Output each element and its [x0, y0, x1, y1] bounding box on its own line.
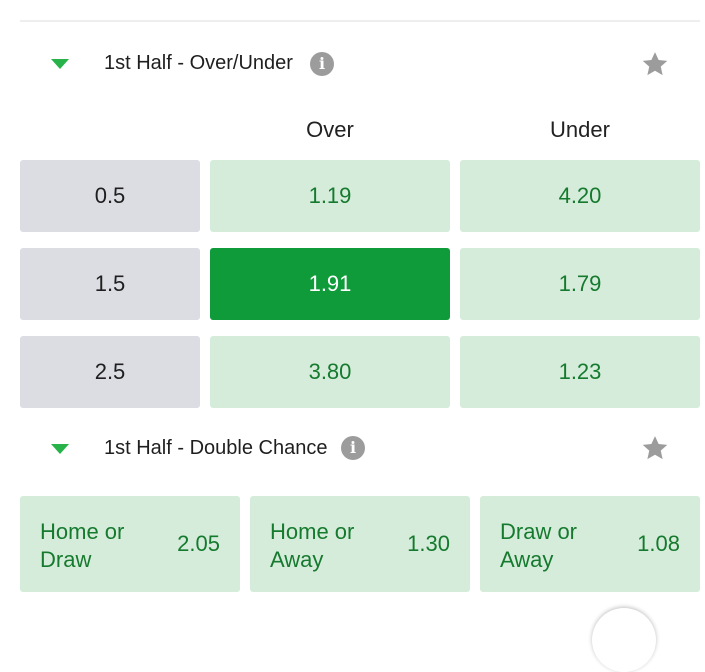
double-chance-option[interactable]: Home or Draw 2.05 [20, 496, 240, 592]
odds-button-under[interactable]: 4.20 [460, 160, 700, 232]
odds-button-over[interactable]: 3.80 [210, 336, 450, 408]
info-icon[interactable]: i [310, 52, 334, 76]
odds-button-under[interactable]: 1.23 [460, 336, 700, 408]
line-value: 1.5 [20, 248, 200, 320]
info-icon[interactable]: i [341, 436, 365, 460]
top-divider [20, 20, 700, 22]
star-icon[interactable] [640, 49, 670, 79]
option-label: Home or Draw [40, 519, 125, 572]
option-label: Home or Away [270, 519, 355, 572]
over-under-header[interactable]: 1st Half - Over/Under i [0, 42, 705, 86]
line-value: 0.5 [20, 160, 200, 232]
chevron-down-icon[interactable] [51, 444, 69, 454]
double-chance-option[interactable]: Home or Away 1.30 [250, 496, 470, 592]
line-value: 2.5 [20, 336, 200, 408]
column-header-under: Under [550, 117, 610, 142]
chevron-down-icon[interactable] [51, 59, 69, 69]
floating-action-button[interactable] [592, 608, 656, 672]
option-odds: 1.30 [407, 531, 450, 556]
over-under-title: 1st Half - Over/Under [104, 52, 293, 74]
double-chance-title: 1st Half - Double Chance [104, 437, 328, 459]
double-chance-option[interactable]: Draw or Away 1.08 [480, 496, 700, 592]
double-chance-header[interactable]: 1st Half - Double Chance i [0, 426, 705, 470]
odds-button-over-selected[interactable]: 1.91 [210, 248, 450, 320]
odds-button-over[interactable]: 1.19 [210, 160, 450, 232]
option-label: Draw or Away [500, 519, 578, 572]
star-icon[interactable] [640, 433, 670, 463]
odds-button-under[interactable]: 1.79 [460, 248, 700, 320]
option-odds: 2.05 [177, 531, 220, 556]
option-odds: 1.08 [637, 531, 680, 556]
column-header-over: Over [306, 117, 354, 142]
